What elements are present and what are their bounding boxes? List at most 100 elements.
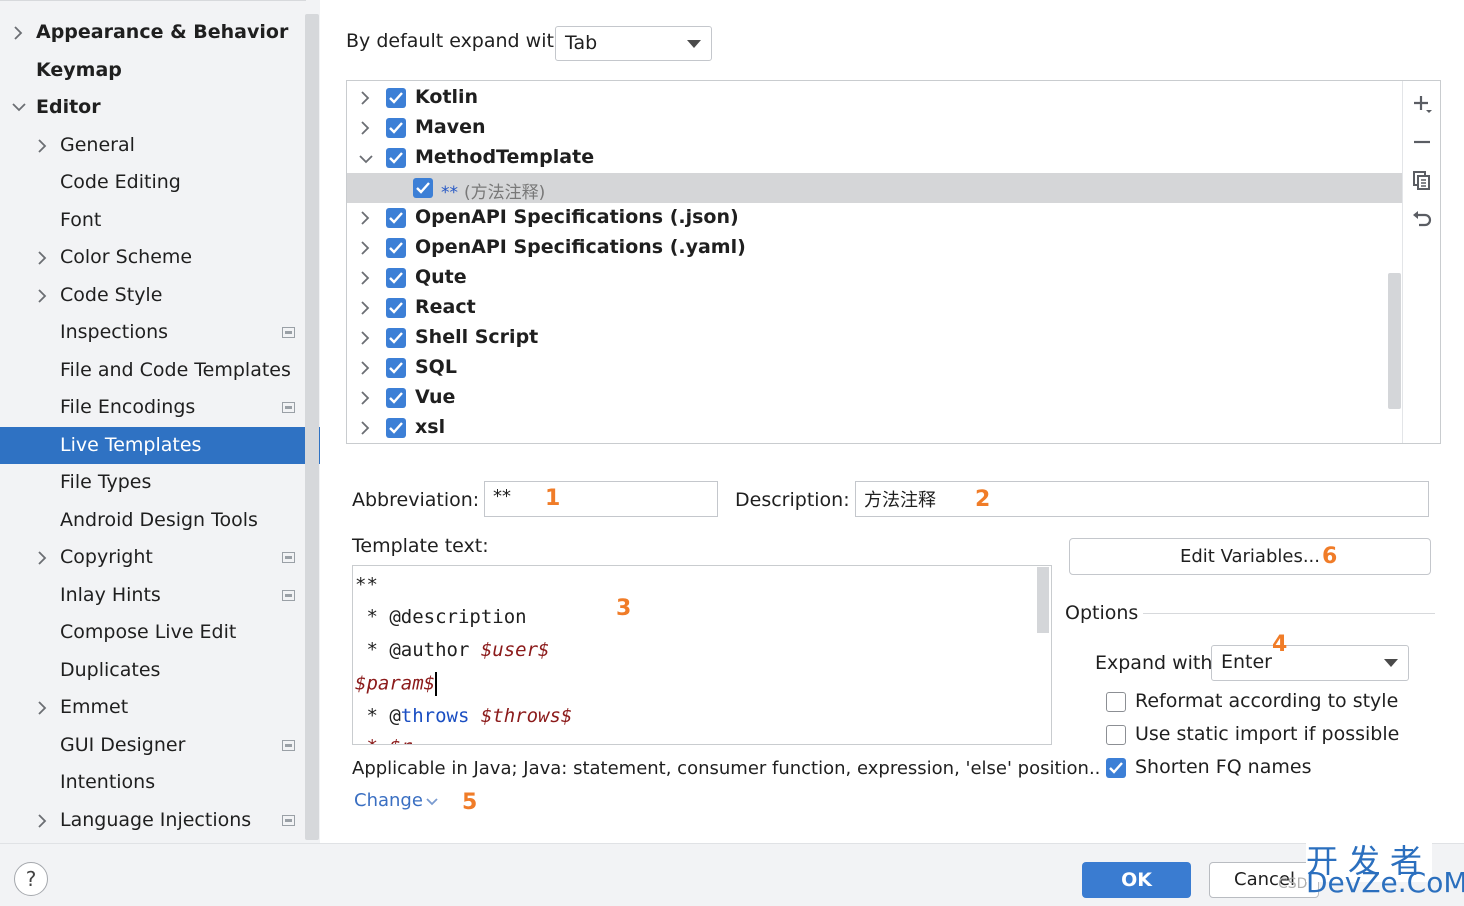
tree-checkbox[interactable] bbox=[386, 238, 406, 258]
tree-checkbox[interactable] bbox=[386, 268, 406, 288]
tree-group-row[interactable]: MethodTemplate bbox=[347, 143, 1402, 173]
sidebar-item-label: File Encodings bbox=[60, 396, 196, 418]
sidebar-item-intentions[interactable]: Intentions bbox=[0, 764, 320, 801]
chevron-right-icon[interactable] bbox=[36, 539, 52, 576]
chevron-right-icon[interactable] bbox=[359, 240, 371, 260]
dropdown-arrow-icon bbox=[687, 40, 701, 48]
tree-group-row[interactable]: Qute bbox=[347, 263, 1402, 293]
tree-group-row[interactable]: Vue bbox=[347, 383, 1402, 413]
sidebar-item-font[interactable]: Font bbox=[0, 202, 320, 239]
tree-group-row[interactable]: OpenAPI Specifications (.json) bbox=[347, 203, 1402, 233]
expand-with-label: Expand with bbox=[1095, 652, 1213, 674]
tree-checkbox[interactable] bbox=[386, 418, 406, 438]
chevron-right-icon[interactable] bbox=[359, 390, 371, 410]
chevron-right-icon[interactable] bbox=[36, 277, 52, 314]
chevron-down-icon[interactable] bbox=[12, 89, 28, 126]
chevron-right-icon[interactable] bbox=[359, 270, 371, 290]
tree-checkbox[interactable] bbox=[386, 148, 406, 168]
sidebar-item-android-design-tools[interactable]: Android Design Tools bbox=[0, 502, 320, 539]
sidebar-item-compose-live-edit[interactable]: Compose Live Edit bbox=[0, 614, 320, 651]
chevron-right-icon[interactable] bbox=[359, 90, 371, 110]
change-contexts-link[interactable]: Change bbox=[354, 790, 423, 811]
abbreviation-input[interactable]: ** bbox=[484, 481, 718, 517]
sidebar-item-language-injections[interactable]: Language Injections bbox=[0, 802, 320, 839]
tree-group-row[interactable]: Shell Script bbox=[347, 323, 1402, 353]
sidebar-item-duplicates[interactable]: Duplicates bbox=[0, 652, 320, 689]
sidebar-item-appearance-behavior[interactable]: Appearance & Behavior bbox=[0, 14, 320, 51]
tree-checkbox[interactable] bbox=[386, 328, 406, 348]
chevron-right-icon[interactable] bbox=[36, 239, 52, 276]
chevron-right-icon[interactable] bbox=[12, 14, 28, 51]
tree-checkbox[interactable] bbox=[386, 358, 406, 378]
tree-group-row[interactable]: OpenAPI Specifications (.yaml) bbox=[347, 233, 1402, 263]
tree-group-row[interactable]: Maven bbox=[347, 113, 1402, 143]
tree-group-row[interactable]: Kotlin bbox=[347, 83, 1402, 113]
sidebar-item-color-scheme[interactable]: Color Scheme bbox=[0, 239, 320, 276]
applicable-contexts-text: Applicable in Java; Java: statement, con… bbox=[352, 758, 1101, 779]
sidebar-item-code-editing[interactable]: Code Editing bbox=[0, 164, 320, 201]
tree-group-row[interactable]: React bbox=[347, 293, 1402, 323]
sidebar-item-keymap[interactable]: Keymap bbox=[0, 52, 320, 89]
chevron-right-icon[interactable] bbox=[359, 300, 371, 320]
shorten-fq-checkbox[interactable] bbox=[1106, 758, 1126, 778]
remove-icon[interactable] bbox=[1411, 131, 1433, 153]
edit-variables-button[interactable]: Edit Variables... bbox=[1069, 538, 1431, 575]
sidebar-item-file-types[interactable]: File Types bbox=[0, 464, 320, 501]
sidebar-item-live-templates[interactable]: Live Templates bbox=[0, 426, 320, 464]
ok-button[interactable]: OK bbox=[1082, 862, 1191, 898]
tree-checkbox[interactable] bbox=[386, 118, 406, 138]
sidebar-item-inlay-hints[interactable]: Inlay Hints bbox=[0, 577, 320, 614]
static-import-checkbox[interactable] bbox=[1106, 725, 1126, 745]
sidebar-item-label: Code Editing bbox=[60, 171, 181, 193]
sidebar-item-inspections[interactable]: Inspections bbox=[0, 314, 320, 351]
sidebar-scrollbar[interactable] bbox=[305, 14, 319, 840]
sidebar-item-general[interactable]: General bbox=[0, 127, 320, 164]
tree-checkbox[interactable] bbox=[386, 208, 406, 228]
sidebar-item-file-and-code-templates[interactable]: File and Code Templates bbox=[0, 352, 320, 389]
chevron-right-icon[interactable] bbox=[359, 120, 371, 140]
sidebar-item-code-style[interactable]: Code Style bbox=[0, 277, 320, 314]
tree-group-row[interactable]: xsl bbox=[347, 413, 1402, 443]
expand-with-select[interactable]: Enter bbox=[1211, 645, 1409, 681]
tree-checkbox[interactable] bbox=[386, 298, 406, 318]
annotation-1: 1 bbox=[545, 486, 561, 511]
sidebar-item-editor[interactable]: Editor bbox=[0, 89, 320, 126]
tree-checkbox[interactable] bbox=[386, 388, 406, 408]
chevron-right-icon[interactable] bbox=[36, 802, 52, 839]
help-button[interactable]: ? bbox=[14, 862, 48, 896]
sidebar-item-copyright[interactable]: Copyright bbox=[0, 539, 320, 576]
sidebar-item-emmet[interactable]: Emmet bbox=[0, 689, 320, 726]
template-editor-scrollbar[interactable] bbox=[1037, 567, 1049, 633]
template-line-3: * @author $user$ bbox=[355, 639, 549, 661]
sidebar-item-label: Compose Live Edit bbox=[60, 621, 237, 643]
template-text-editor[interactable]: ** * @description * @author $user$ $para… bbox=[352, 565, 1052, 745]
tree-checkbox[interactable] bbox=[413, 178, 433, 198]
template-tree-scrollbar[interactable] bbox=[1388, 273, 1401, 409]
tree-template-row[interactable]: ** (方法注释) bbox=[347, 173, 1402, 203]
template-description: (方法注释) bbox=[464, 183, 546, 203]
add-icon[interactable] bbox=[1411, 93, 1433, 115]
chevron-down-icon[interactable] bbox=[358, 150, 374, 169]
annotation-5: 5 bbox=[462, 790, 478, 815]
tree-checkbox[interactable] bbox=[386, 88, 406, 108]
undo-icon[interactable] bbox=[1411, 208, 1433, 230]
chevron-right-icon[interactable] bbox=[36, 127, 52, 164]
chevron-right-icon[interactable] bbox=[359, 420, 371, 440]
chevron-right-icon[interactable] bbox=[359, 330, 371, 350]
reformat-checkbox[interactable] bbox=[1106, 692, 1126, 712]
options-divider bbox=[1143, 613, 1435, 614]
copy-icon[interactable] bbox=[1411, 169, 1433, 191]
description-input[interactable]: 方法注释 bbox=[855, 481, 1429, 517]
sidebar-item-gui-designer[interactable]: GUI Designer bbox=[0, 727, 320, 764]
chevron-down-icon[interactable] bbox=[426, 797, 438, 807]
project-scope-icon bbox=[282, 739, 295, 751]
chevron-right-icon[interactable] bbox=[359, 210, 371, 230]
tree-group-row[interactable]: SQL bbox=[347, 353, 1402, 383]
reformat-label: Reformat according to style bbox=[1135, 690, 1399, 712]
sidebar-item-file-encodings[interactable]: File Encodings bbox=[0, 389, 320, 426]
default-expand-select[interactable]: Tab bbox=[555, 26, 712, 61]
expand-with-value: Enter bbox=[1221, 651, 1272, 673]
chevron-right-icon[interactable] bbox=[36, 689, 52, 726]
chevron-right-icon[interactable] bbox=[359, 360, 371, 380]
tree-group-label: SQL bbox=[415, 356, 457, 378]
